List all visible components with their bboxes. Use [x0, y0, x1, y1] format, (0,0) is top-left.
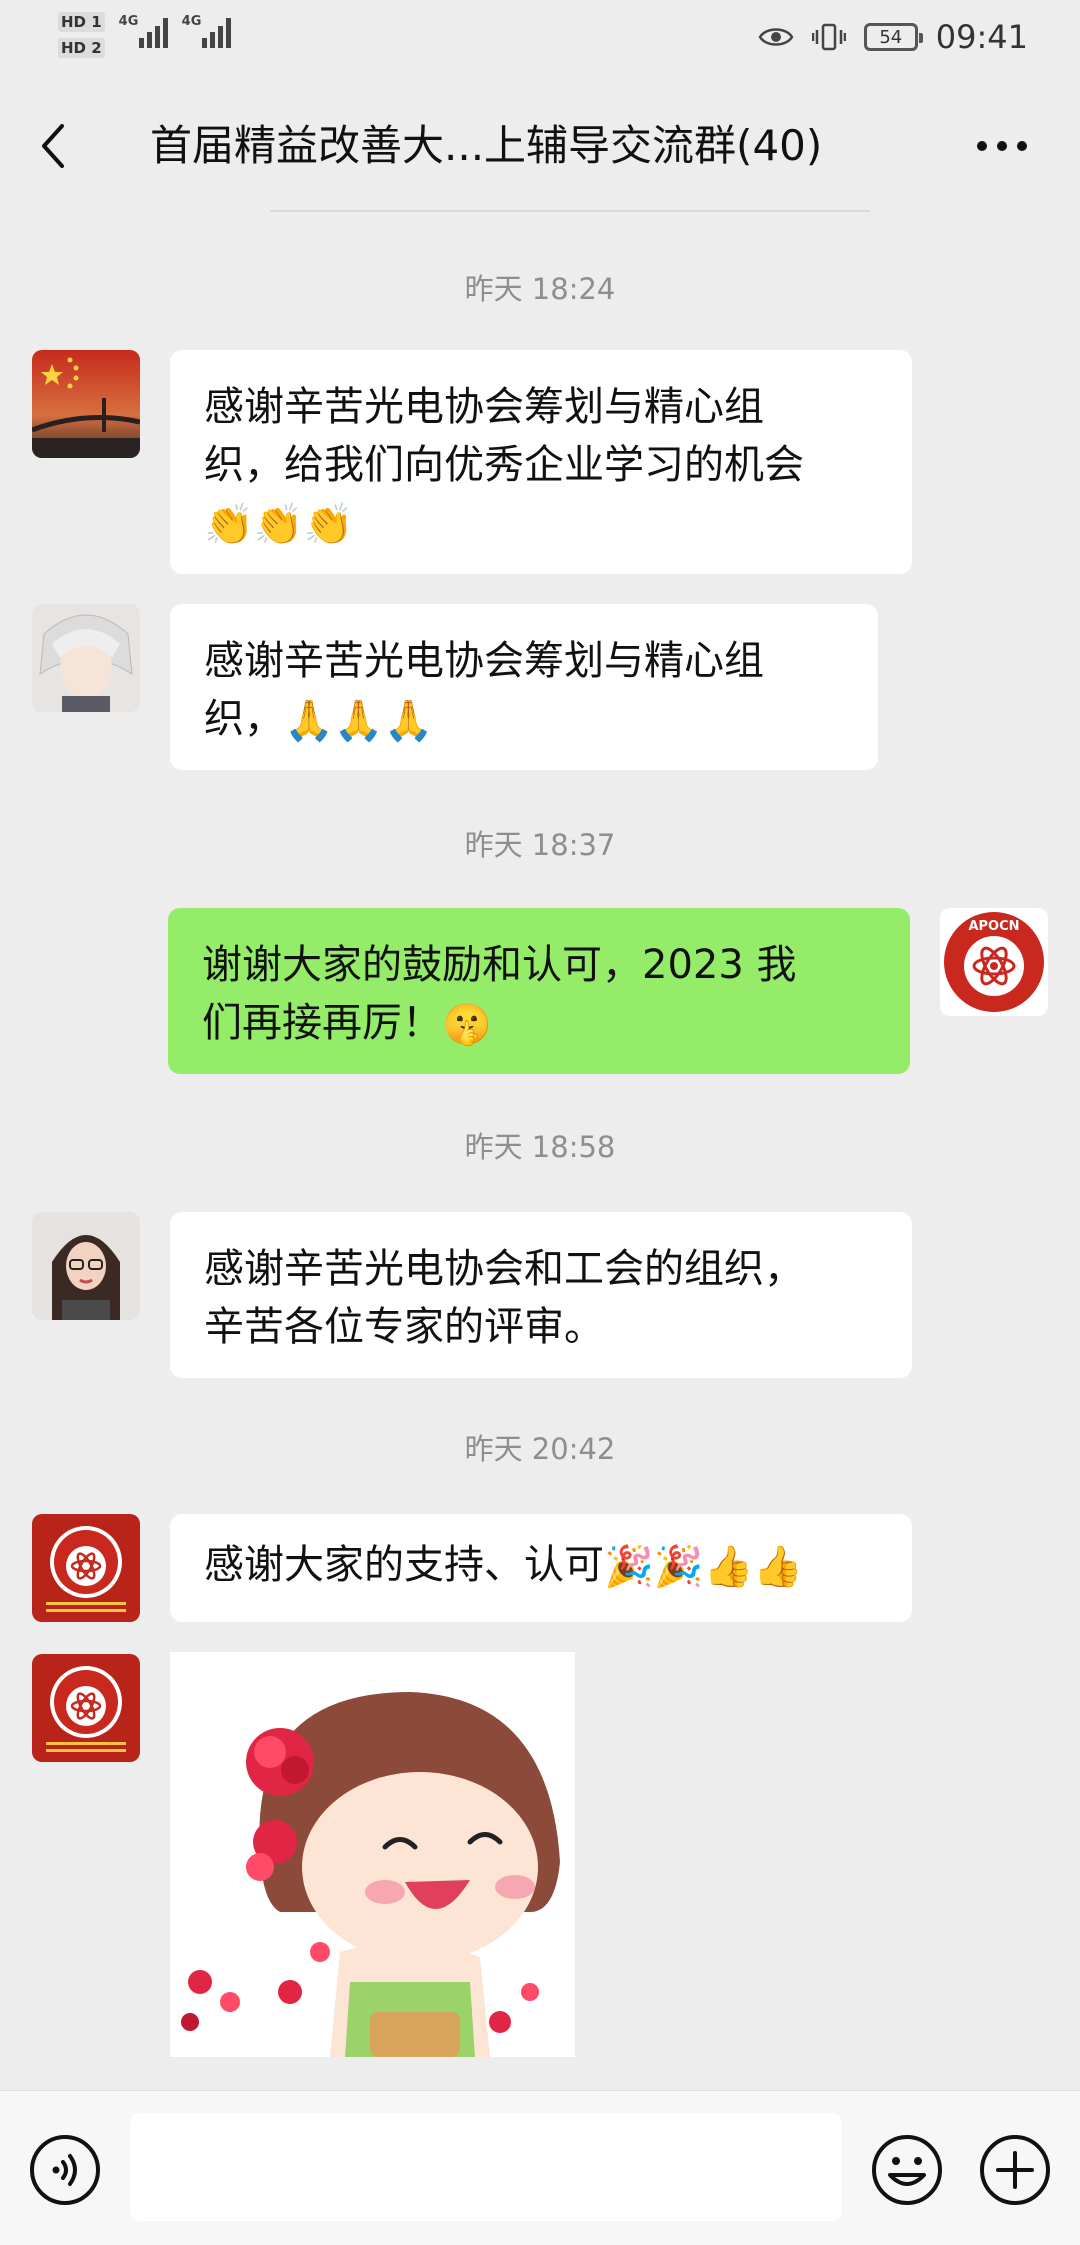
signal-1-icon: 4G	[119, 12, 168, 48]
avatar-self-apocn[interactable]: APOCN	[940, 908, 1048, 1016]
svg-text:APOCN: APOCN	[968, 919, 1019, 934]
timestamp: 昨天 18:58	[464, 1130, 616, 1164]
chat-header: 首届精益改善大...上辅导交流群(40)	[0, 80, 1080, 210]
my-message-bubble[interactable]: 谢谢大家的鼓励和认可，2023 我 们再接再厉！🤫	[168, 908, 910, 1074]
clap-emoji: 👏👏👏	[204, 502, 354, 548]
emoji-icon[interactable]	[870, 2133, 944, 2207]
clock: 09:41	[935, 18, 1028, 56]
girl-rose-petals-sticker	[170, 1652, 575, 2057]
hd2-badge: HD 2	[58, 38, 105, 58]
message-bubble[interactable]: 感谢大家的支持、认可🎉🎉👍👍	[170, 1514, 912, 1622]
chat-title[interactable]: 首届精益改善大...上辅导交流群(40)	[150, 116, 890, 176]
avatar-apocn[interactable]	[32, 1514, 140, 1622]
more-dots-icon[interactable]	[972, 126, 1032, 166]
flag-bridge-avatar-icon	[32, 350, 140, 458]
apocn-logo-icon: APOCN	[944, 912, 1044, 1012]
message-text: 感谢辛苦光电协会筹划与精心组 织，给我们向优秀企业学习的机会	[204, 384, 804, 488]
anime-avatar-icon	[32, 604, 140, 712]
battery-icon: 54	[863, 23, 923, 51]
back-chevron-icon[interactable]	[30, 116, 80, 176]
avatar-anime[interactable]	[32, 604, 140, 712]
eye-icon	[758, 28, 794, 46]
woman-avatar-icon	[32, 1212, 140, 1320]
avatar-apocn[interactable]	[32, 1654, 140, 1762]
message-bubble[interactable]: 感谢辛苦光电协会筹划与精心组 织，给我们向优秀企业学习的机会 👏👏👏	[170, 350, 912, 574]
voice-icon[interactable]	[28, 2133, 102, 2207]
timestamp: 昨天 20:42	[464, 1432, 616, 1466]
message-bubble[interactable]: 感谢辛苦光电协会筹划与精心组 织，🙏🙏🙏	[170, 604, 878, 770]
plus-icon[interactable]	[978, 2133, 1052, 2207]
sticker-image[interactable]	[170, 1652, 575, 2057]
status-bar: HD 1 HD 2 4G 4G 54 09:41	[0, 0, 1080, 80]
message-text: 感谢辛苦光电协会和工会的组织， 辛苦各位专家的评审。	[204, 1246, 804, 1350]
vibrate-icon	[811, 23, 846, 51]
apocn-logo-icon	[32, 1654, 140, 1762]
hd1-badge: HD 1	[58, 12, 105, 32]
apocn-logo-icon	[32, 1514, 140, 1622]
party-thumbs-emoji: 🎉🎉👍👍	[604, 1544, 804, 1590]
shush-emoji: 🤫	[442, 1002, 492, 1048]
divider	[270, 210, 870, 212]
avatar-woman[interactable]	[32, 1212, 140, 1320]
timestamp: 昨天 18:37	[464, 828, 616, 862]
input-bar	[0, 2090, 1080, 2245]
message-text: 谢谢大家的鼓励和认可，2023 我 们再接再厉！	[202, 942, 797, 1046]
message-bubble[interactable]: 感谢辛苦光电协会和工会的组织， 辛苦各位专家的评审。	[170, 1212, 912, 1378]
message-input[interactable]	[130, 2113, 842, 2221]
avatar-flag[interactable]	[32, 350, 140, 458]
timestamp: 昨天 18:24	[464, 272, 616, 306]
signal-2-icon: 4G	[182, 12, 231, 48]
pray-emoji: 🙏🙏🙏	[284, 698, 434, 744]
message-text: 感谢大家的支持、认可	[204, 1542, 604, 1588]
